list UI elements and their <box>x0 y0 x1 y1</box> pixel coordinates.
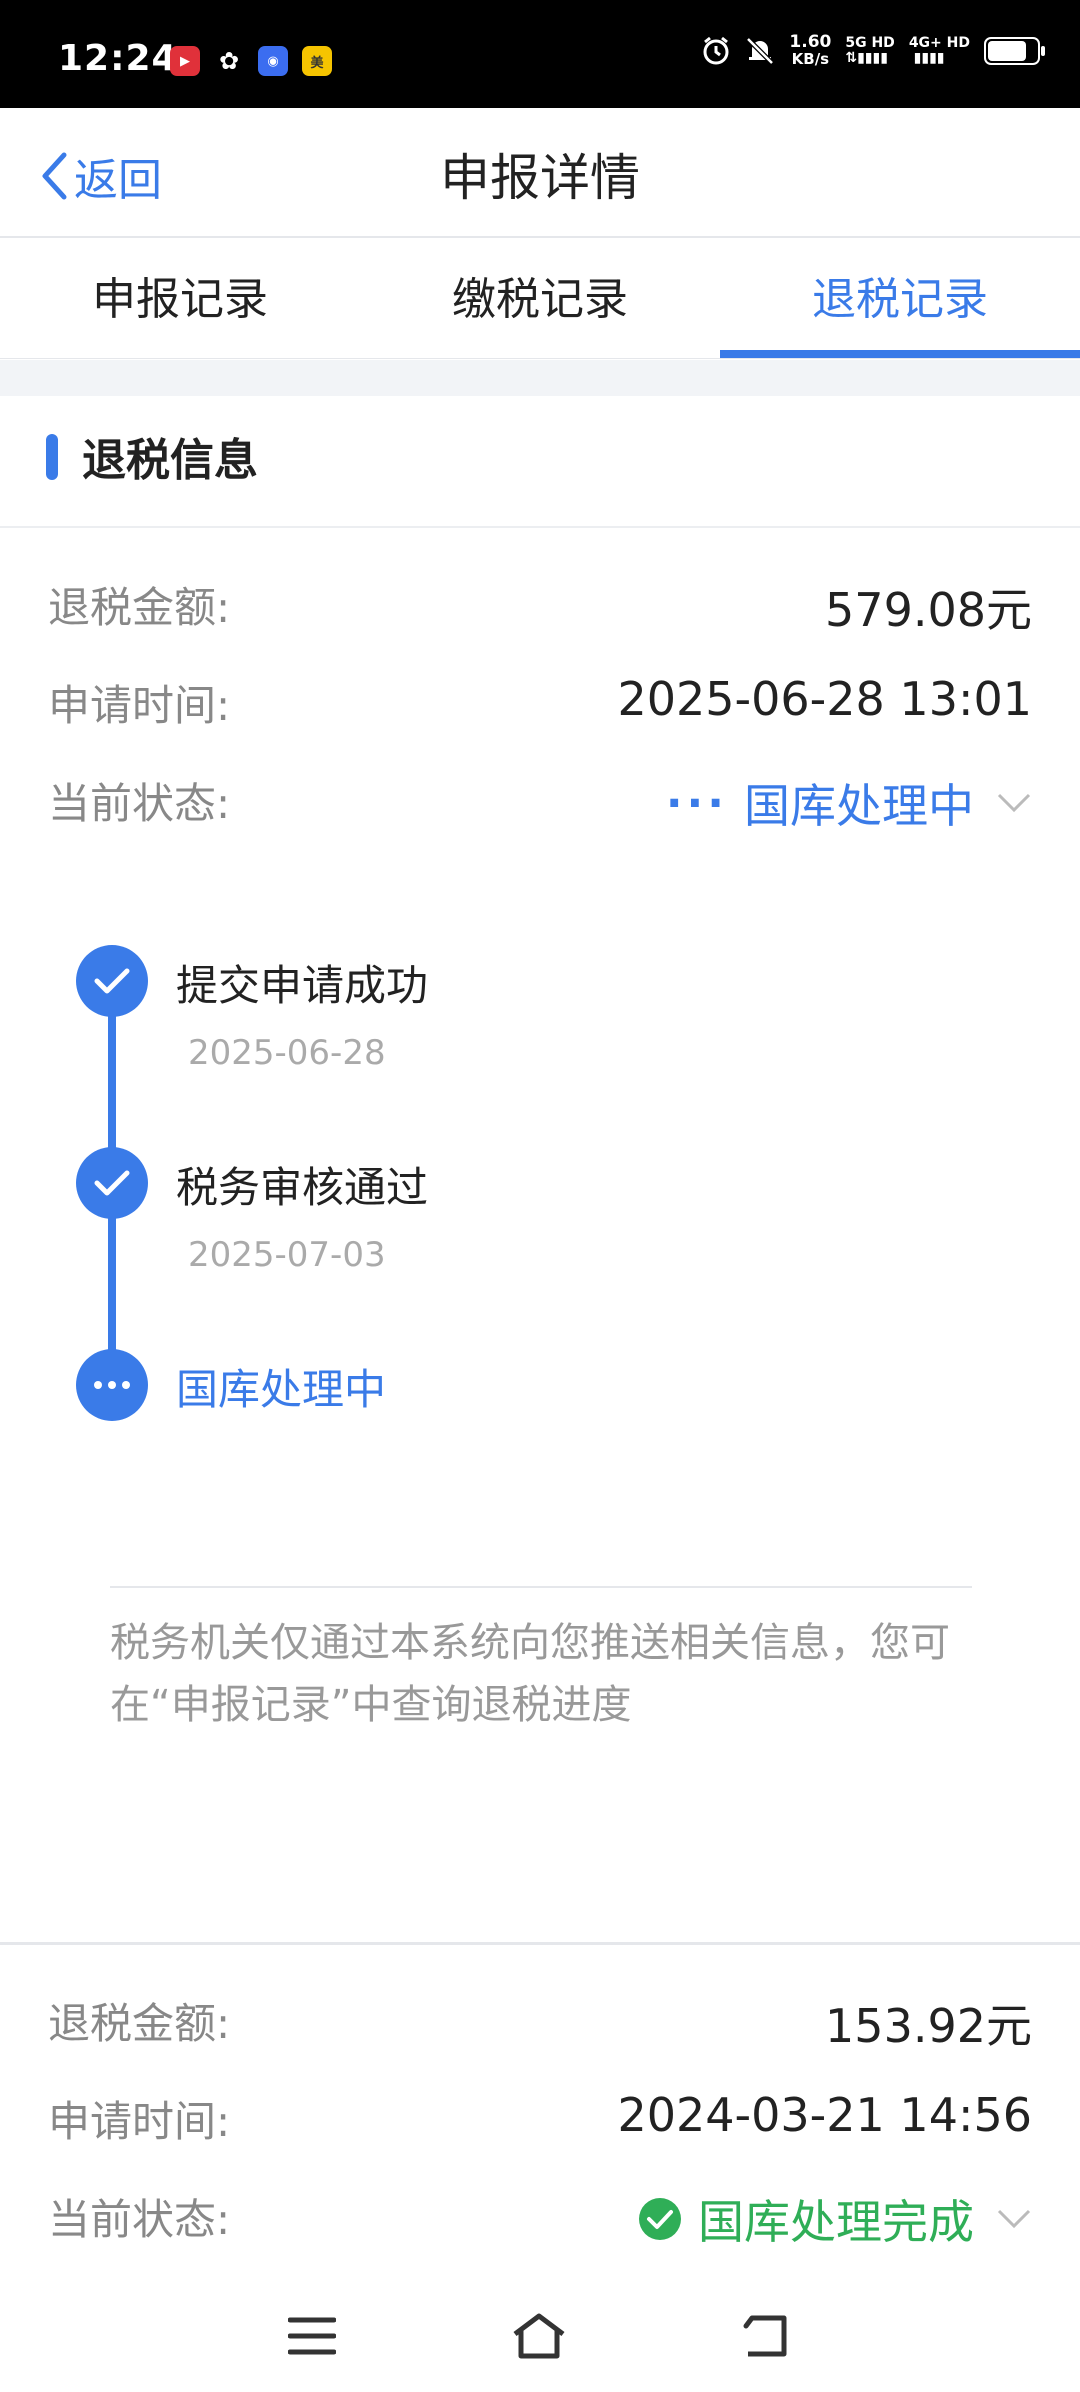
refund-amount-label: 退税金额: <box>48 1999 231 2048</box>
back-nav-icon[interactable] <box>742 2314 792 2358</box>
wechat-icon: ✿ <box>218 47 240 75</box>
current-status-label: 当前状态: <box>48 2195 231 2244</box>
notification-icons: ▶ ✿ ◉ 美 <box>170 46 332 76</box>
current-status-row[interactable]: 当前状态: 国库处理完成 <box>48 2186 1032 2249</box>
check-circle-icon <box>639 2198 681 2240</box>
apply-time-value: 2025-06-28 13:01 <box>617 672 1032 726</box>
system-nav-bar <box>0 2280 1080 2392</box>
status-toggle[interactable]: 国库处理完成 <box>638 2186 1032 2252</box>
meituan-icon: 美 <box>302 46 332 76</box>
refund-notice: 税务机关仅通过本系统向您推送相关信息，您可在“申报记录”中查询退税进度 <box>110 1620 950 1728</box>
status-toggle[interactable]: ··· 国库处理中 <box>666 770 1032 836</box>
signal-5g-label: 5G HD <box>845 35 895 51</box>
check-icon <box>76 945 148 1017</box>
section-title: 退税信息 <box>82 435 258 486</box>
chevron-down-icon <box>997 793 1031 813</box>
section-spacer <box>0 360 1080 396</box>
refund-amount-row: 退税金额: 579.08元 <box>48 574 1032 637</box>
record-tabs: 申报记录 缴税记录 退税记录 <box>0 238 1080 359</box>
timeline-step-date: 2025-06-28 <box>188 1033 386 1073</box>
signal-bars-icon: ▮▮▮▮ <box>908 50 945 66</box>
apply-time-row: 申请时间: 2025-06-28 13:01 <box>48 672 1032 732</box>
mute-bell-icon <box>746 37 775 65</box>
apply-time-value: 2024-03-21 14:56 <box>617 2088 1032 2142</box>
refund-amount-row: 退税金额: 153.92元 <box>48 1990 1032 2053</box>
timeline-step-title: 提交申请成功 <box>176 961 429 1010</box>
tab-refund-records[interactable]: 退税记录 <box>720 238 1080 358</box>
battery-fill <box>988 41 1026 61</box>
timeline-step-title-current: 国库处理中 <box>176 1365 387 1414</box>
menu-icon[interactable] <box>287 2316 336 2356</box>
refund-amount-label: 退税金额: <box>48 583 231 632</box>
apply-time-label: 申请时间: <box>48 2097 231 2146</box>
video-app-icon: ▶ <box>170 46 200 76</box>
home-icon[interactable] <box>511 2312 567 2360</box>
current-status-row[interactable]: 当前状态: ··· 国库处理中 <box>48 770 1032 833</box>
qq-icon: ◉ <box>258 46 288 76</box>
processing-dots-icon: ··· <box>665 777 728 829</box>
status-bar: 12:24 ▶ ✿ ◉ 美 1.60 KB/s 5G HD ⇅▮▮▮▮ 4G+ … <box>0 0 1080 108</box>
network-speed: 1.60 KB/s <box>789 34 831 68</box>
battery-icon <box>984 37 1045 65</box>
refund-amount-value: 153.92元 <box>825 1999 1032 2053</box>
notice-divider <box>110 1586 972 1588</box>
app-header: 返回 申报详情 <box>0 108 1080 238</box>
signal-5g: 5G HD ⇅▮▮▮▮ <box>845 36 894 66</box>
apply-time-label: 申请时间: <box>48 681 231 730</box>
record-separator <box>0 1942 1080 1945</box>
section-accent-bar <box>46 434 58 480</box>
tab-declaration-records[interactable]: 申报记录 <box>0 238 360 358</box>
net-speed-value: 1.60 <box>789 32 832 52</box>
refund-amount-value: 579.08元 <box>825 583 1032 637</box>
more-dots-icon <box>76 1349 148 1421</box>
signal-4g: 4G+ HD ▮▮▮▮ <box>909 36 970 66</box>
status-right: 1.60 KB/s 5G HD ⇅▮▮▮▮ 4G+ HD ▮▮▮▮ <box>701 34 1045 68</box>
net-speed-unit: KB/s <box>791 50 830 68</box>
timeline-step-date: 2025-07-03 <box>188 1235 386 1275</box>
page-title: 申报详情 <box>440 149 640 207</box>
chevron-down-icon <box>997 2209 1031 2229</box>
apply-time-row: 申请时间: 2024-03-21 14:56 <box>48 2088 1032 2148</box>
current-status-value: 国库处理中 <box>744 779 974 833</box>
signal-bars-icon: ⇅▮▮▮▮ <box>845 50 888 66</box>
signal-4g-label: 4G+ HD <box>908 35 970 51</box>
timeline-step-title: 税务审核通过 <box>176 1163 429 1212</box>
check-icon <box>76 1147 148 1219</box>
current-status-value: 国库处理完成 <box>698 2195 974 2249</box>
status-time: 12:24 <box>58 38 178 79</box>
tab-payment-records[interactable]: 缴税记录 <box>360 238 720 358</box>
section-header: 退税信息 <box>0 396 1080 528</box>
current-status-label: 当前状态: <box>48 779 231 828</box>
alarm-icon <box>703 36 729 65</box>
